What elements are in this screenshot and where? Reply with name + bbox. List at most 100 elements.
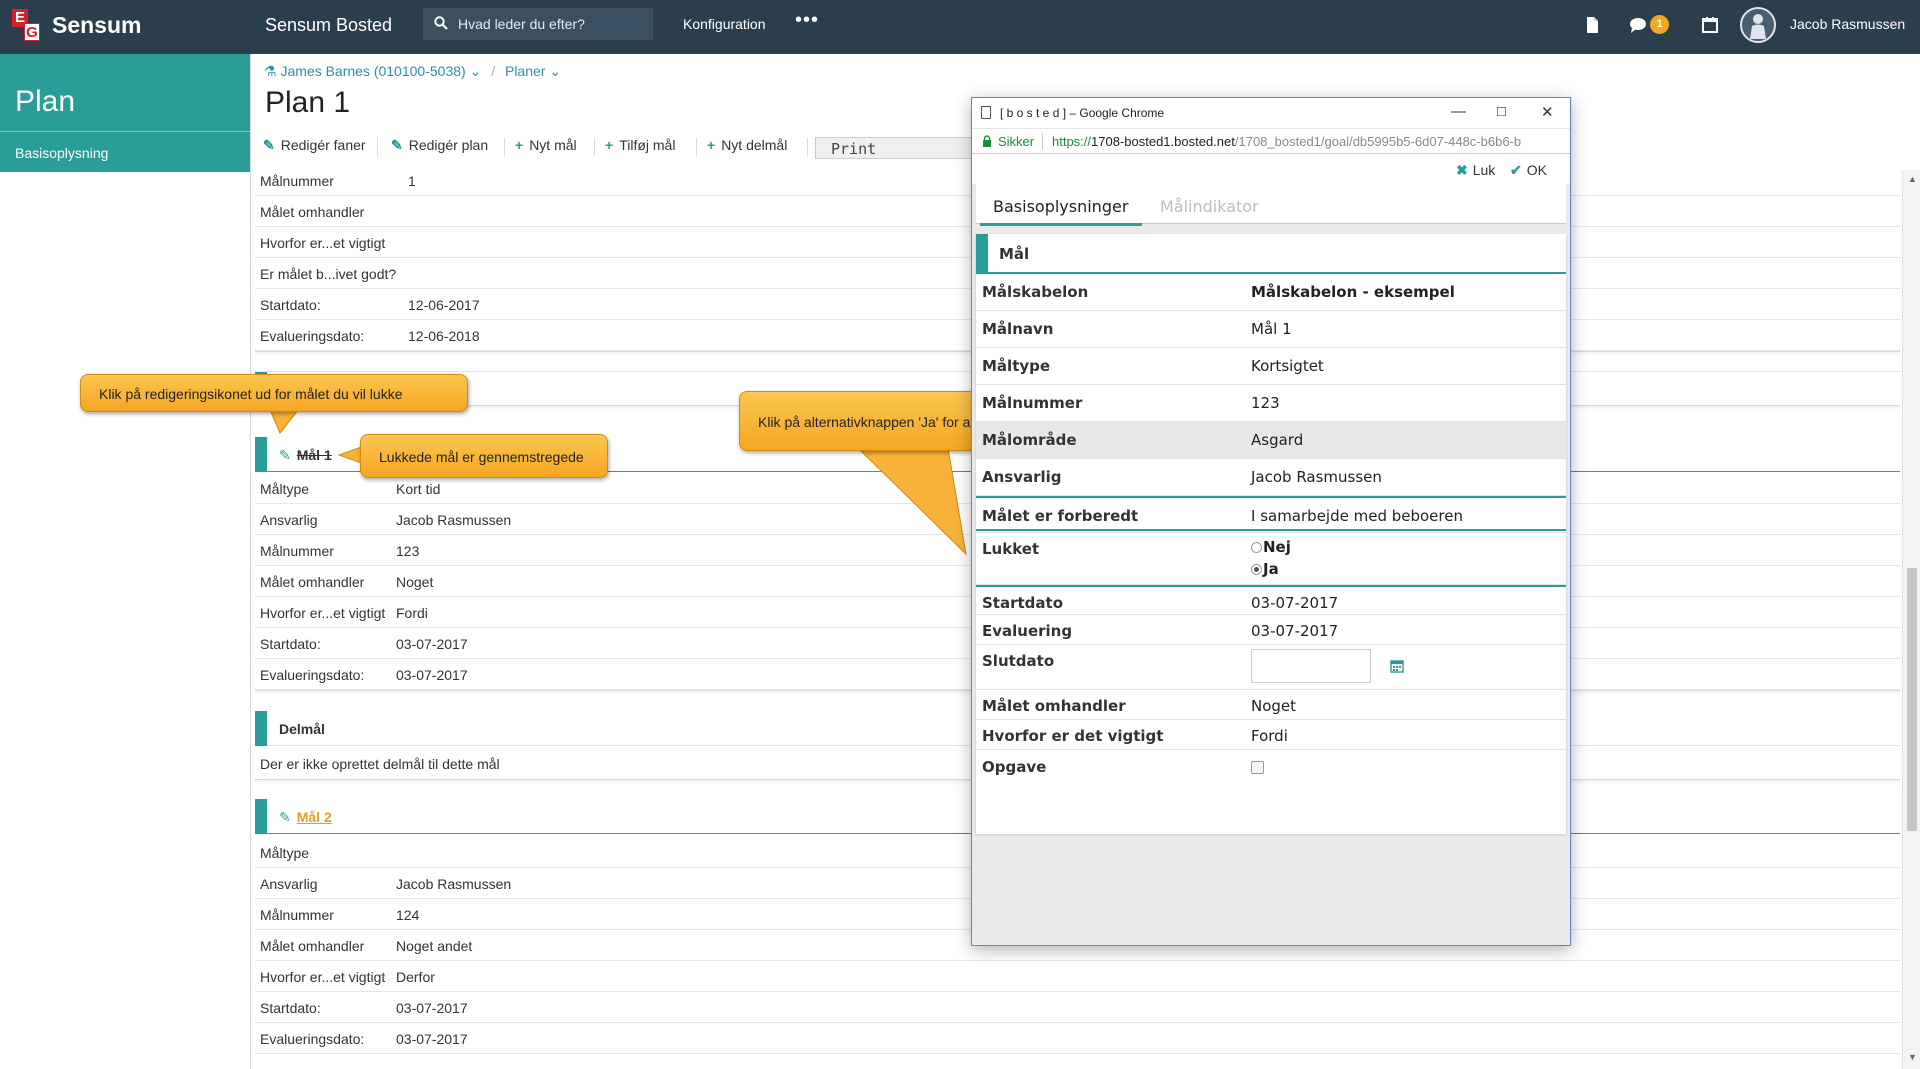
sidebar-title: Plan xyxy=(15,85,76,118)
popup-field-row: Ansvarlig Jacob Rasmussen xyxy=(976,459,1566,496)
document-icon[interactable] xyxy=(1582,15,1602,35)
startdato-value: 03-07-2017 xyxy=(1251,594,1339,612)
popup-url[interactable]: https://1708-bosted1.bosted.net/1708_bos… xyxy=(1052,134,1564,149)
popup-field-value: Asgard xyxy=(1251,431,1304,449)
edit-tabs-label: Redigér faner xyxy=(280,137,366,153)
add-goal-button[interactable]: + Tilføj mål xyxy=(605,137,675,153)
scroll-down-icon[interactable]: ▼ xyxy=(1908,1052,1917,1062)
opgave-checkbox[interactable] xyxy=(1251,761,1264,774)
opgave-label: Opgave xyxy=(982,758,1047,776)
popup-titlebar[interactable]: [ b o s t e d ] – Google Chrome — □ ✕ xyxy=(972,98,1570,128)
plus-icon: + xyxy=(515,137,524,153)
popup-field-label: Målet er forberedt xyxy=(982,507,1139,525)
popup-field-label: Måltype xyxy=(982,357,1051,375)
close-popup-button[interactable]: ✖ Luk xyxy=(1456,162,1495,179)
nav-konfiguration[interactable]: Konfiguration xyxy=(683,16,766,32)
row-label: Ansvarlig xyxy=(260,512,318,528)
minimize-icon[interactable]: — xyxy=(1451,103,1466,120)
row-label: Evalueringsdato: xyxy=(260,1031,365,1047)
edit-goal1-icon[interactable]: ✎ xyxy=(279,447,291,463)
startdato-row: Startdato 03-07-2017 xyxy=(976,585,1566,615)
popup-tabs: Basisoplysninger Målindikator xyxy=(976,184,1566,226)
goal2-title[interactable]: Mål 2 xyxy=(297,809,332,825)
calendar-icon[interactable] xyxy=(1700,15,1720,35)
close-window-icon[interactable]: ✕ xyxy=(1541,103,1554,121)
goal1-title[interactable]: Mål 1 xyxy=(297,447,332,463)
radio-nej-label: Nej xyxy=(1263,538,1291,556)
section-accent xyxy=(976,234,988,274)
sidebar-item-basisoplysning[interactable]: Basisoplysning xyxy=(0,131,250,172)
calendar-icon[interactable] xyxy=(1390,659,1404,673)
check-icon: ✔ xyxy=(1510,162,1522,178)
radio-option-ja[interactable]: Ja xyxy=(1251,560,1279,578)
search-input[interactable] xyxy=(458,8,648,40)
popup-field-value: Kortsigtet xyxy=(1251,357,1324,375)
callout-struck: Lukkede mål er gennemstregede xyxy=(360,434,608,478)
user-avatar[interactable] xyxy=(1740,7,1776,43)
new-goal-label: Nyt mål xyxy=(529,137,577,153)
goal1-title-link[interactable]: ✎ Mål 1 xyxy=(279,447,332,464)
maximize-icon[interactable]: □ xyxy=(1497,103,1506,120)
edit-plan-label: Redigér plan xyxy=(408,137,489,153)
edit-goal2-icon[interactable]: ✎ xyxy=(279,809,291,825)
tab-malindikator[interactable]: Målindikator xyxy=(1160,197,1259,216)
row-value: 12-06-2018 xyxy=(408,328,480,344)
radio-nej[interactable] xyxy=(1251,542,1262,553)
slutdato-label: Slutdato xyxy=(982,652,1055,670)
close-icon: ✖ xyxy=(1456,162,1468,178)
chat-icon[interactable] xyxy=(1628,15,1648,35)
evaluering-row: Evaluering 03-07-2017 xyxy=(976,615,1566,645)
breadcrumb-planer[interactable]: Planer xyxy=(505,63,545,79)
row-value: 123 xyxy=(396,543,420,559)
edit-plan-button[interactable]: ✎ Redigér plan xyxy=(391,137,488,154)
print-button[interactable]: Print xyxy=(815,137,975,159)
popup-field-row: Måltype Kortsigtet xyxy=(976,348,1566,385)
slutdato-input[interactable] xyxy=(1251,649,1371,683)
row-label: Måltype xyxy=(260,481,310,497)
new-goal-button[interactable]: + Nyt mål xyxy=(515,137,577,153)
app-title[interactable]: Sensum Bosted xyxy=(265,15,392,36)
hvorfor-label: Hvorfor er det vigtigt xyxy=(982,727,1164,745)
breadcrumb-separator: / xyxy=(491,63,496,79)
popup-field-row: Målnummer 123 xyxy=(976,385,1566,422)
edit-tabs-button[interactable]: ✎ Redigér faner xyxy=(263,137,366,154)
pencil-icon: ✎ xyxy=(263,137,275,153)
lukket-label: Lukket xyxy=(982,540,1040,558)
row-value: Jacob Rasmussen xyxy=(396,876,512,892)
message-count-badge: 1 xyxy=(1650,15,1669,34)
ok-button[interactable]: ✔ OK xyxy=(1510,162,1547,179)
popup-section-header: Mål xyxy=(976,234,1566,274)
person-icon: ⚗ xyxy=(264,63,277,79)
plus-icon: + xyxy=(707,137,716,153)
scroll-up-icon[interactable]: ▲ xyxy=(1908,174,1917,184)
secure-label: Sikker xyxy=(998,134,1035,149)
radio-option-nej[interactable]: Nej xyxy=(1251,538,1291,556)
row-value: 03-07-2017 xyxy=(396,1031,468,1047)
brand-name[interactable]: Sensum xyxy=(52,12,141,39)
omhandler-label: Målet omhandler xyxy=(982,697,1126,715)
active-tab-indicator xyxy=(980,223,1142,226)
popup-address-bar[interactable]: Sikker https://1708-bosted1.bosted.net/1… xyxy=(972,128,1570,154)
page-scrollbar[interactable]: ▲ ▼ xyxy=(1902,170,1920,1069)
hvorfor-value: Fordi xyxy=(1251,727,1288,745)
table-row: Startdato: 03-07-2017 xyxy=(255,992,1900,1023)
user-name[interactable]: Jacob Rasmussen xyxy=(1790,16,1905,32)
chevron-down-icon[interactable]: ⌄ xyxy=(549,63,561,79)
tab-basisoplysninger[interactable]: Basisoplysninger xyxy=(993,197,1128,216)
chevron-down-icon[interactable]: ⌄ xyxy=(470,63,482,79)
radio-ja[interactable] xyxy=(1251,564,1262,575)
breadcrumb-person[interactable]: James Barnes (010100-5038) xyxy=(280,63,465,79)
plus-icon: + xyxy=(605,137,614,153)
eg-logo[interactable]: E G xyxy=(12,9,40,43)
new-subgoal-button[interactable]: + Nyt delmål xyxy=(707,137,787,153)
goal2-title-link[interactable]: ✎ Mål 2 xyxy=(279,809,332,826)
popup-field-value: Målskabelon - eksempel xyxy=(1251,283,1455,301)
top-navbar: E G Sensum Sensum Bosted Konfiguration •… xyxy=(0,0,1920,54)
more-menu-icon[interactable]: ••• xyxy=(795,9,819,32)
scrollbar-thumb[interactable] xyxy=(1907,568,1917,831)
pencil-icon: ✎ xyxy=(391,137,403,153)
evaluering-label: Evaluering xyxy=(982,622,1073,640)
search-box[interactable] xyxy=(423,8,653,40)
popup-field-row: Målnavn Mål 1 xyxy=(976,311,1566,348)
popup-field-row: Målet er forberedt I samarbejde med beboe… xyxy=(976,496,1566,533)
